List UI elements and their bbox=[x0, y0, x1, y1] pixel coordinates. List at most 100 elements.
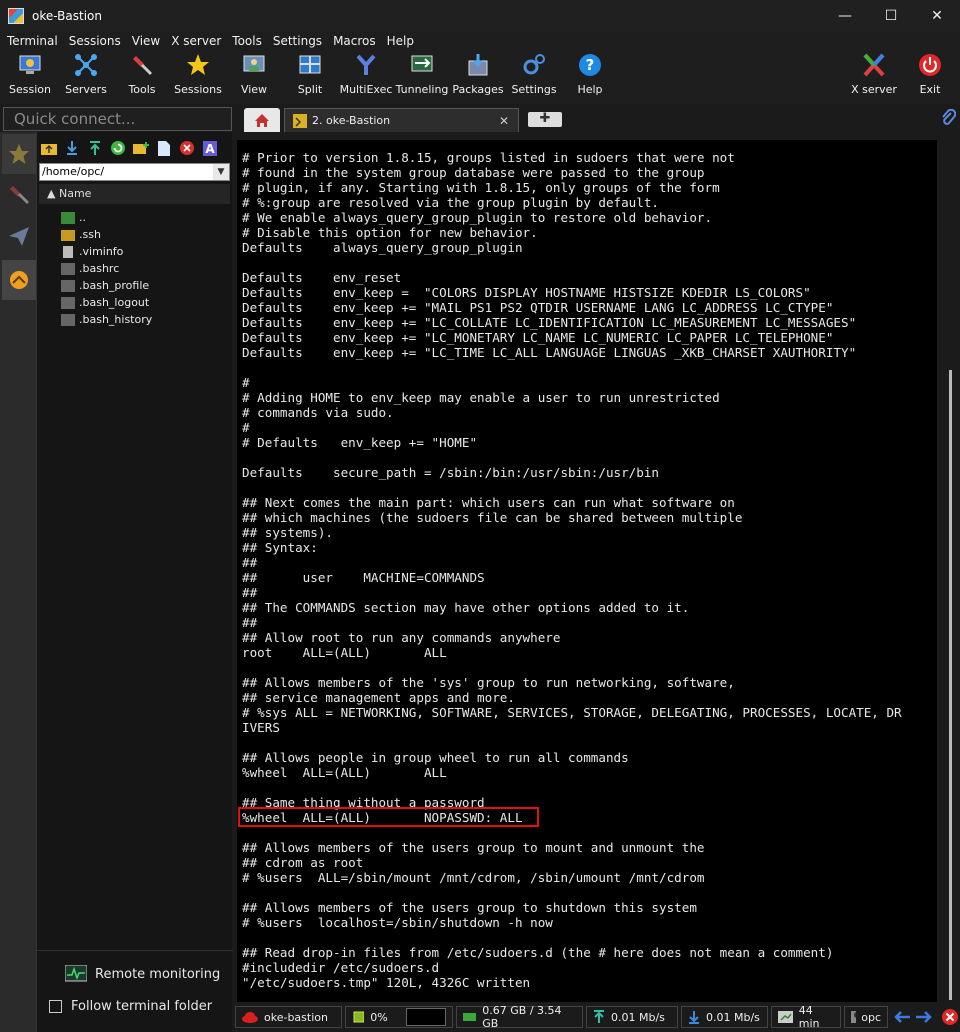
file-row-parent[interactable]: .. bbox=[61, 209, 86, 226]
home-tab[interactable] bbox=[244, 108, 280, 132]
menu-sessions[interactable]: Sessions bbox=[69, 34, 121, 48]
chevron-down-icon[interactable]: ▼ bbox=[213, 164, 229, 180]
monitor-icon bbox=[65, 965, 87, 982]
terminal-tab-icon bbox=[293, 113, 307, 128]
xserver-icon bbox=[861, 52, 887, 78]
tunneling-button[interactable]: Tunneling bbox=[394, 52, 450, 102]
terminal-line: # plugin, if any. Starting with 1.8.15, … bbox=[242, 180, 720, 195]
terminal-line: # found in the system group database wer… bbox=[242, 165, 705, 180]
file-row-viminfo[interactable]: .viminfo bbox=[61, 243, 123, 260]
terminal-line: ## which machines (the sudoers file can … bbox=[242, 510, 743, 525]
toolbar: Session Servers Tools Sessions View Spli… bbox=[0, 50, 960, 104]
xserver-button[interactable]: X server bbox=[846, 52, 902, 102]
sessions-side-tab[interactable] bbox=[2, 134, 36, 174]
redhat-icon bbox=[242, 1012, 258, 1023]
tools-button[interactable]: Tools bbox=[114, 52, 170, 102]
terminal-line: Defaults env_keep += "LC_COLLATE LC_IDEN… bbox=[242, 315, 857, 330]
macros-side-tab[interactable] bbox=[2, 216, 36, 256]
checkbox[interactable] bbox=[49, 1000, 62, 1013]
terminal-line: Defaults env_keep += "LC_TIME LC_ALL LAN… bbox=[242, 345, 857, 360]
file-row-bash-logout[interactable]: .bash_logout bbox=[61, 294, 149, 311]
sessions-button[interactable]: Sessions bbox=[170, 52, 226, 102]
rename-icon[interactable]: A bbox=[198, 138, 221, 158]
path-field[interactable]: /home/opc/▼ bbox=[39, 163, 230, 181]
tools-icon bbox=[129, 52, 155, 78]
terminal-line: ## service management apps and more. bbox=[242, 690, 515, 705]
attachment-icon[interactable] bbox=[940, 109, 956, 127]
parent-folder-icon[interactable] bbox=[37, 138, 60, 158]
file-icon bbox=[61, 296, 75, 309]
close-window-button[interactable]: ✕ bbox=[914, 0, 960, 32]
file-row-bash-profile[interactable]: .bash_profile bbox=[61, 277, 149, 294]
cpu-graph bbox=[405, 1008, 446, 1026]
menu-tools[interactable]: Tools bbox=[232, 34, 262, 48]
scrollbar-thumb[interactable] bbox=[949, 370, 952, 1000]
settings-button[interactable]: Settings bbox=[506, 52, 562, 102]
terminal-line: # We enable always_query_group_plugin to… bbox=[242, 210, 713, 225]
new-file-icon[interactable] bbox=[152, 138, 175, 158]
upload-icon[interactable] bbox=[83, 138, 106, 158]
tools-icon bbox=[10, 186, 30, 205]
terminal-line: ## Allows members of the users group to … bbox=[242, 840, 705, 855]
menu-terminal[interactable]: Terminal bbox=[7, 34, 58, 48]
terminal-line: ## Next comes the main part: which users… bbox=[242, 495, 735, 510]
multiexec-button[interactable]: MultiExec bbox=[338, 52, 394, 102]
tools-side-tab[interactable] bbox=[2, 174, 36, 214]
terminal-line: ## bbox=[242, 555, 258, 570]
tab-oke-bastion[interactable]: 2. oke-Bastion ✕ bbox=[284, 108, 519, 132]
new-tab-button[interactable]: ✚ bbox=[528, 112, 562, 127]
terminal-line: ## bbox=[242, 585, 258, 600]
servers-button[interactable]: Servers bbox=[58, 52, 114, 102]
file-icon bbox=[63, 245, 73, 258]
menu-view[interactable]: View bbox=[132, 34, 160, 48]
session-button[interactable]: Session bbox=[2, 52, 58, 102]
download-icon[interactable] bbox=[60, 138, 83, 158]
terminal-line: ## Read drop-in files from /etc/sudoers.… bbox=[242, 945, 834, 960]
sftp-browser: A /home/opc/▼ ▲ Name .. .ssh .viminfo .b… bbox=[36, 132, 233, 1032]
remote-monitoring-button[interactable]: Remote monitoring bbox=[65, 965, 220, 983]
multiexec-icon bbox=[353, 52, 379, 78]
terminal-scrollbar[interactable] bbox=[937, 140, 954, 1002]
terminal-line: # Defaults env_keep += "HOME" bbox=[242, 435, 478, 450]
status-session[interactable]: oke-bastion bbox=[235, 1006, 342, 1028]
tunneling-icon bbox=[409, 52, 435, 78]
arrow-left-icon[interactable] bbox=[893, 1011, 911, 1023]
close-tab-icon[interactable]: ✕ bbox=[499, 114, 509, 128]
view-button[interactable]: View bbox=[226, 52, 282, 102]
refresh-icon[interactable] bbox=[106, 138, 129, 158]
highlight-box bbox=[238, 807, 539, 827]
terminal-line: Defaults env_keep += "LC_MONETARY LC_NAM… bbox=[242, 330, 834, 345]
delete-icon[interactable] bbox=[175, 138, 198, 158]
minimize-button[interactable]: — bbox=[822, 0, 868, 32]
follow-terminal-folder-checkbox[interactable]: Follow terminal folder bbox=[49, 999, 212, 1014]
file-row-ssh[interactable]: .ssh bbox=[61, 226, 101, 243]
menu-help[interactable]: Help bbox=[387, 34, 414, 48]
memory-icon bbox=[463, 1013, 477, 1021]
split-button[interactable]: Split bbox=[282, 52, 338, 102]
menu-xserver[interactable]: X server bbox=[171, 34, 221, 48]
terminal-output[interactable]: # Prior to version 1.8.15, groups listed… bbox=[237, 140, 937, 1002]
menu-settings[interactable]: Settings bbox=[273, 34, 322, 48]
arrow-right-icon[interactable] bbox=[915, 1011, 933, 1023]
file-row-bashrc[interactable]: .bashrc bbox=[61, 260, 119, 277]
sftp-side-tab[interactable] bbox=[2, 260, 36, 300]
name-column-header[interactable]: ▲ Name bbox=[39, 184, 230, 204]
packages-button[interactable]: Packages bbox=[450, 52, 506, 102]
menu-macros[interactable]: Macros bbox=[333, 34, 376, 48]
split-icon bbox=[297, 52, 323, 78]
side-tabs bbox=[0, 132, 36, 1032]
terminal-line: # %sys ALL = NETWORKING, SOFTWARE, SERVI… bbox=[242, 705, 902, 720]
terminal-line: ## systems). bbox=[242, 525, 333, 540]
help-button[interactable]: ? Help bbox=[562, 52, 618, 102]
close-session-icon[interactable] bbox=[941, 1008, 959, 1026]
new-folder-icon[interactable] bbox=[129, 138, 152, 158]
quick-connect-input[interactable]: Quick connect... bbox=[3, 107, 232, 131]
terminal-line: # %:group are resolved via the group plu… bbox=[242, 195, 660, 210]
exit-button[interactable]: Exit bbox=[902, 52, 958, 102]
file-row-bash-history[interactable]: .bash_history bbox=[61, 311, 152, 328]
view-icon bbox=[241, 52, 267, 78]
terminal-line: ## bbox=[242, 615, 258, 630]
maximize-button[interactable]: ☐ bbox=[868, 0, 914, 32]
